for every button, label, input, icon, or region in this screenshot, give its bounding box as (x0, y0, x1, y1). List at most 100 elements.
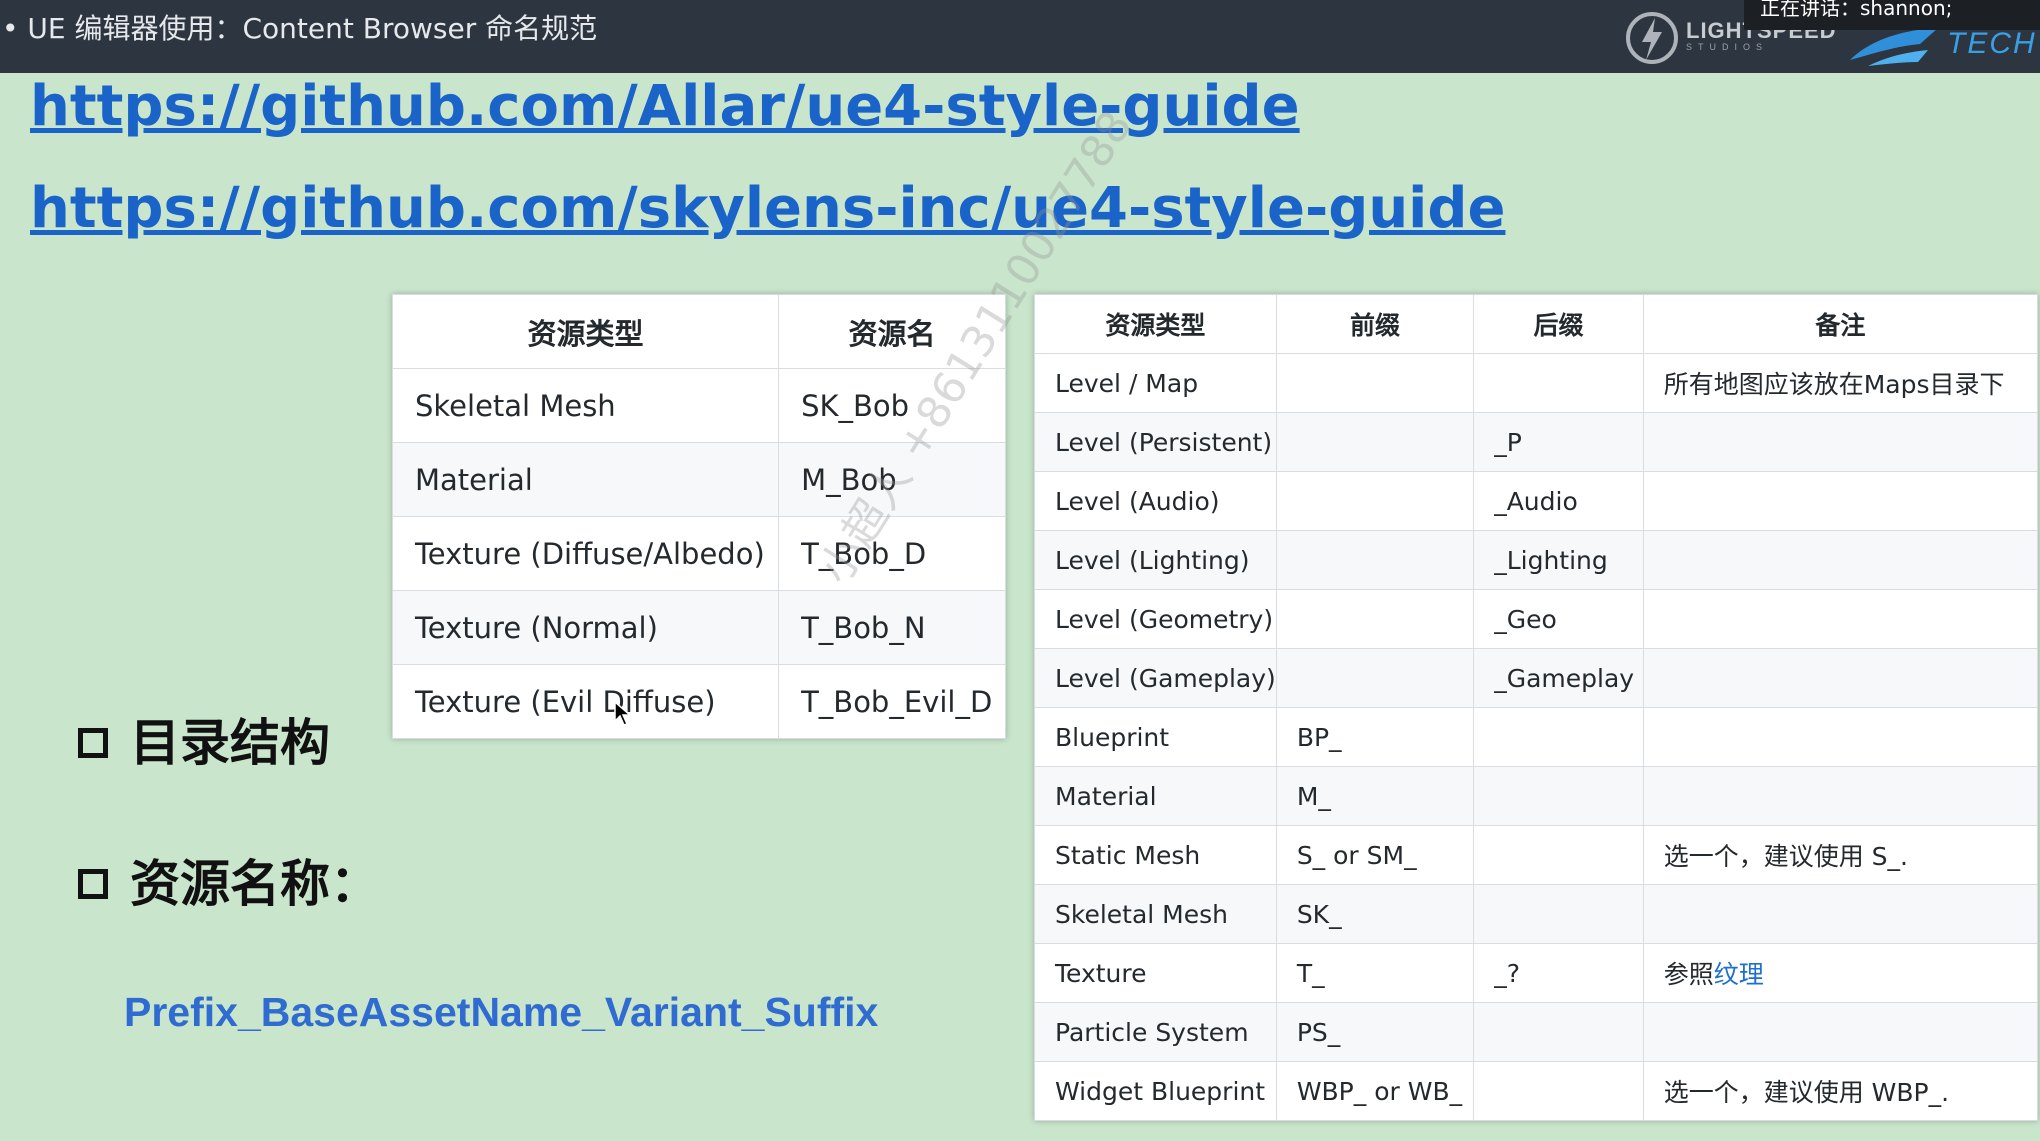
table-row: Level / Map 所有地图应该放在Maps目录下 (1034, 353, 2039, 413)
table-row: Blueprint BP_ (1034, 707, 2039, 767)
cell-suffix: _P (1473, 412, 1644, 472)
cell-asset-type: Level (Persistent) (1034, 412, 1277, 472)
table-row: Level (Persistent) _P (1034, 412, 2039, 472)
bullet-text: 目录结构 (130, 714, 330, 772)
table-row: Level (Gameplay) _Gameplay (1034, 648, 2039, 708)
cell-notes: 参照纹理 (1642, 943, 2039, 1003)
cell-suffix: _Lighting (1473, 530, 1644, 590)
header-asset-type: 资源类型 (1034, 294, 1277, 354)
table-row: Texture (Diffuse/Albedo) T_Bob_D (391, 516, 1006, 591)
cell-asset-type: Skeletal Mesh (391, 368, 780, 443)
square-bullet-icon (78, 868, 108, 899)
cell-asset-name: T_Bob_Evil_D (778, 664, 1006, 739)
slide-title: • UE 编辑器使用：Content Browser 命名规范 (2, 12, 598, 45)
cell-prefix (1275, 589, 1475, 649)
table-row: Level (Lighting) _Lighting (1034, 530, 2039, 590)
cell-asset-type: Skeletal Mesh (1034, 884, 1277, 944)
bullet-text: 资源名称： (130, 855, 380, 913)
header-notes: 备注 (1642, 294, 2039, 354)
cell-asset-type: Particle System (1034, 1002, 1277, 1062)
table-row: Skeletal Mesh SK_ (1034, 884, 2039, 944)
square-bullet-icon (78, 727, 108, 758)
tech-logo-text: TECH (1947, 27, 2037, 60)
cell-notes (1642, 412, 2039, 472)
table-row: Texture (Normal) T_Bob_N (391, 590, 1006, 665)
cell-prefix: M_ (1275, 766, 1475, 826)
header-suffix: 后缀 (1473, 294, 1644, 354)
table-row: Particle System PS_ (1034, 1002, 2039, 1062)
bullet-asset-naming: 资源名称： (78, 854, 380, 914)
cell-asset-type: Level / Map (1034, 353, 1277, 413)
texture-note-link[interactable]: 纹理 (1714, 960, 1764, 989)
header-asset-type: 资源类型 (391, 294, 780, 369)
cell-prefix (1275, 412, 1475, 472)
cell-suffix (1473, 353, 1644, 413)
table-row: Widget Blueprint WBP_ or WB_ 选一个，建议使用 WB… (1034, 1061, 2039, 1121)
cell-suffix: _Geo (1473, 589, 1644, 649)
cell-prefix: BP_ (1275, 707, 1475, 767)
lightspeed-logo-icon (1626, 12, 1678, 64)
lightspeed-logo-subtext: STUDIOS (1686, 42, 1769, 52)
table-row: Level (Geometry) _Geo (1034, 589, 2039, 649)
texture-note-text: 参照 (1663, 960, 1714, 989)
cell-asset-type: Static Mesh (1034, 825, 1277, 885)
cell-suffix: _Audio (1473, 471, 1644, 531)
cell-asset-type: Material (391, 442, 780, 517)
cell-asset-type: Texture (1034, 943, 1277, 1003)
cell-notes: 选一个，建议使用 S_. (1642, 825, 2039, 885)
cell-prefix (1275, 353, 1475, 413)
cell-suffix (1473, 884, 1644, 944)
cell-notes: 选一个，建议使用 WBP_. (1642, 1061, 2039, 1121)
cell-asset-type: Blueprint (1034, 707, 1277, 767)
cell-asset-type: Level (Audio) (1034, 471, 1277, 531)
cell-asset-type: Level (Gameplay) (1034, 648, 1277, 708)
table-header-row: 资源类型 资源名 (391, 294, 1006, 369)
cell-suffix (1473, 1002, 1644, 1062)
table-row: Level (Audio) _Audio (1034, 471, 2039, 531)
cell-asset-type: Widget Blueprint (1034, 1061, 1277, 1121)
cell-notes (1642, 648, 2039, 708)
cell-notes (1642, 707, 2039, 767)
cell-asset-type: Texture (Normal) (391, 590, 780, 665)
cell-notes (1642, 530, 2039, 590)
table-row: Texture T_ _? 参照纹理 (1034, 943, 2039, 1003)
cell-asset-type: Material (1034, 766, 1277, 826)
cell-prefix: PS_ (1275, 1002, 1475, 1062)
title-bar: • UE 编辑器使用：Content Browser 命名规范 LIGHTSPE… (0, 0, 2040, 73)
cell-asset-name: T_Bob_N (778, 590, 1006, 665)
asset-name-example-table: 资源类型 资源名 Skeletal Mesh SK_Bob Material M… (391, 294, 1006, 739)
cell-asset-type: Level (Geometry) (1034, 589, 1277, 649)
cell-notes (1642, 589, 2039, 649)
header-prefix: 前缀 (1275, 294, 1475, 354)
speaking-indicator: 正在讲话：shannon; (1744, 0, 2040, 30)
cell-prefix (1275, 530, 1475, 590)
cell-notes (1642, 471, 2039, 531)
table-row: Texture (Evil Diffuse) T_Bob_Evil_D (391, 664, 1006, 739)
cell-suffix (1473, 766, 1644, 826)
cell-suffix (1473, 825, 1644, 885)
cell-notes-link[interactable]: 所有地图应该放在Maps目录下 (1642, 353, 2039, 413)
table-header-row: 资源类型 前缀 后缀 备注 (1034, 294, 2039, 354)
table-row: Static Mesh S_ or SM_ 选一个，建议使用 S_. (1034, 825, 2039, 885)
cell-asset-type: Texture (Evil Diffuse) (391, 664, 780, 739)
cell-notes (1642, 766, 2039, 826)
cell-prefix: WBP_ or WB_ (1275, 1061, 1475, 1121)
naming-formula: Prefix_BaseAssetName_Variant_Suffix (124, 989, 879, 1035)
cell-suffix (1473, 707, 1644, 767)
cell-asset-type: Texture (Diffuse/Albedo) (391, 516, 780, 591)
cell-prefix (1275, 471, 1475, 531)
cell-notes (1642, 1002, 2039, 1062)
mouse-cursor-icon (614, 701, 633, 726)
cell-prefix: S_ or SM_ (1275, 825, 1475, 885)
asset-prefix-suffix-table: 资源类型 前缀 后缀 备注 Level / Map 所有地图应该放在Maps目录… (1034, 294, 2039, 1121)
cell-notes (1642, 884, 2039, 944)
cell-suffix: _? (1473, 943, 1644, 1003)
cell-prefix: SK_ (1275, 884, 1475, 944)
cell-suffix (1473, 1061, 1644, 1121)
cell-prefix: T_ (1275, 943, 1475, 1003)
cell-asset-type: Level (Lighting) (1034, 530, 1277, 590)
style-guide-link-skylens[interactable]: https://github.com/skylens-inc/ue4-style… (30, 178, 1505, 240)
cell-prefix (1275, 648, 1475, 708)
bullet-directory-structure: 目录结构 (78, 713, 330, 773)
cell-suffix: _Gameplay (1473, 648, 1644, 708)
